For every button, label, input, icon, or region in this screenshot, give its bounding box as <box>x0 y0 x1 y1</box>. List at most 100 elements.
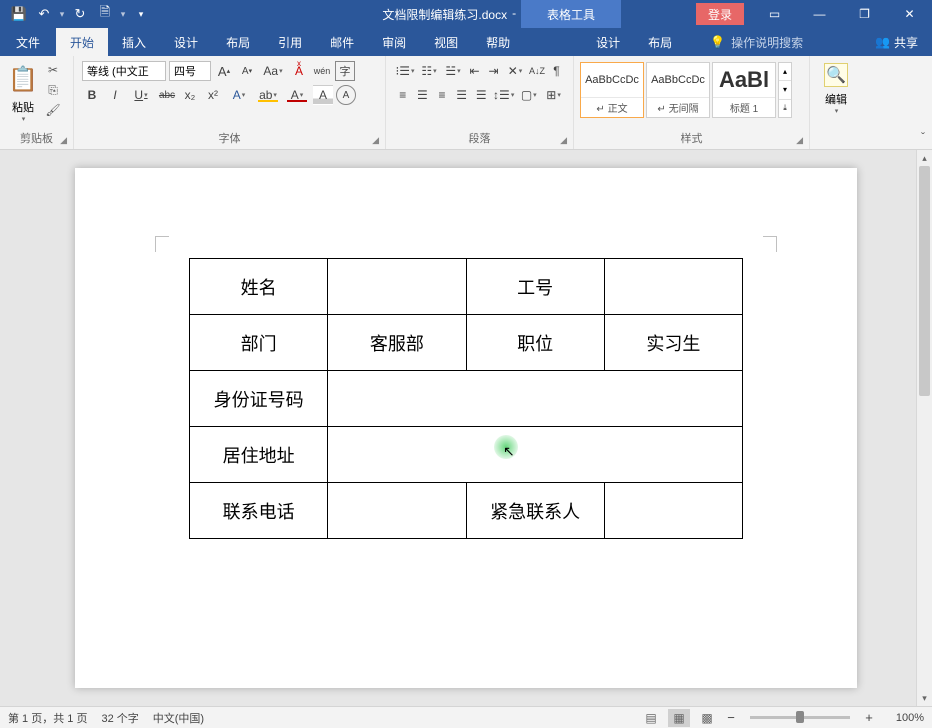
status-language[interactable]: 中文(中国) <box>153 710 204 726</box>
tab-help[interactable]: 帮助 <box>472 28 524 56</box>
bullets-button[interactable]: ⁝☰▾ <box>394 61 416 81</box>
tab-layout[interactable]: 布局 <box>212 28 264 56</box>
cell-name-label[interactable]: 姓名 <box>190 259 328 315</box>
char-border-button[interactable]: 字 <box>335 61 355 81</box>
phonetic-guide-button[interactable]: wén <box>312 61 332 81</box>
login-button[interactable]: 登录 <box>696 3 744 25</box>
paste-button[interactable]: 📋 粘贴 ▾ <box>6 59 40 129</box>
styles-expand-button[interactable]: ⤓ <box>779 100 791 117</box>
table-row[interactable]: 居住地址 <box>190 427 743 483</box>
char-shading-button[interactable]: A <box>313 85 333 105</box>
zoom-in-button[interactable]: + <box>862 710 876 725</box>
redo-button[interactable]: ↻ <box>69 3 91 25</box>
distribute-button[interactable]: ☰ <box>472 85 490 105</box>
copy-button[interactable]: ⎘ <box>44 81 62 99</box>
cell-address-label[interactable]: 居住地址 <box>190 427 328 483</box>
tell-me-search[interactable]: 💡 操作说明搜索 <box>698 28 815 56</box>
show-marks-button[interactable]: ¶ <box>548 61 565 81</box>
cell-position-value[interactable]: 实习生 <box>604 315 742 371</box>
cell-emergency-value[interactable] <box>604 483 742 539</box>
qat-customize[interactable]: ▾ <box>130 3 152 25</box>
increase-indent-button[interactable]: ⇥ <box>485 61 502 81</box>
restore-button[interactable]: ❐ <box>842 0 887 28</box>
tab-file[interactable]: 文件 <box>0 28 56 56</box>
view-read-button[interactable]: ▤ <box>640 709 662 727</box>
share-button[interactable]: 👥 共享 <box>875 28 918 56</box>
tab-references[interactable]: 引用 <box>264 28 316 56</box>
scroll-thumb[interactable] <box>919 166 930 396</box>
zoom-slider[interactable] <box>750 716 850 719</box>
table-row[interactable]: 身份证号码 <box>190 371 743 427</box>
cell-dept-label[interactable]: 部门 <box>190 315 328 371</box>
multilevel-button[interactable]: ☱▾ <box>442 61 464 81</box>
save-button[interactable]: 💾 <box>8 3 30 25</box>
tab-design[interactable]: 设计 <box>160 28 212 56</box>
cell-id-value[interactable] <box>328 371 743 427</box>
asian-layout-button[interactable]: ✕▾ <box>504 61 526 81</box>
text-effects-button[interactable]: A▾ <box>226 85 252 105</box>
align-left-button[interactable]: ≡ <box>394 85 412 105</box>
close-button[interactable]: ✕ <box>887 0 932 28</box>
table-row[interactable]: 姓名 工号 <box>190 259 743 315</box>
cell-empno-value[interactable] <box>604 259 742 315</box>
undo-button[interactable]: ↶ <box>33 3 55 25</box>
clear-formatting-button[interactable]: Aͯ <box>289 61 309 81</box>
superscript-button[interactable]: x² <box>203 85 223 105</box>
styles-down-button[interactable]: ▾ <box>779 81 791 99</box>
shading-button[interactable]: ▢▾ <box>517 85 540 105</box>
zoom-thumb[interactable] <box>796 711 804 723</box>
decrease-indent-button[interactable]: ⇤ <box>466 61 483 81</box>
font-launcher[interactable]: ◢ <box>372 135 379 146</box>
view-print-button[interactable]: ▦ <box>668 709 690 727</box>
print-preview-button[interactable]: 🗎 <box>94 3 116 25</box>
cell-position-label[interactable]: 职位 <box>466 315 604 371</box>
cell-address-value[interactable] <box>328 427 743 483</box>
highlight-button[interactable]: ab▾ <box>255 85 281 105</box>
cell-phone-label[interactable]: 联系电话 <box>190 483 328 539</box>
styles-up-button[interactable]: ▴ <box>779 63 791 81</box>
enclose-char-button[interactable]: A <box>336 85 356 105</box>
preview-dropdown[interactable]: ▾ <box>120 9 126 20</box>
view-web-button[interactable]: ▩ <box>696 709 718 727</box>
zoom-out-button[interactable]: − <box>724 710 738 725</box>
shrink-font-button[interactable]: A▾ <box>237 61 257 81</box>
underline-button[interactable]: U▾ <box>128 85 154 105</box>
table-row[interactable]: 联系电话 紧急联系人 <box>190 483 743 539</box>
styles-launcher[interactable]: ◢ <box>796 135 803 146</box>
tab-view[interactable]: 视图 <box>420 28 472 56</box>
bold-button[interactable]: B <box>82 85 102 105</box>
find-button[interactable]: 🔍 编辑 ▾ <box>816 59 856 115</box>
line-spacing-button[interactable]: ↕☰▾ <box>492 85 515 105</box>
page[interactable]: 姓名 工号 部门 客服部 职位 实习生 身份证号码 居住地址 联系电话 <box>75 168 857 688</box>
paragraph-launcher[interactable]: ◢ <box>560 135 567 146</box>
collapse-ribbon-button[interactable]: ˇ <box>917 128 929 146</box>
document-table[interactable]: 姓名 工号 部门 客服部 职位 实习生 身份证号码 居住地址 联系电话 <box>189 258 743 539</box>
format-painter-button[interactable]: 🖌 <box>44 101 62 119</box>
undo-dropdown[interactable]: ▾ <box>59 9 65 20</box>
cell-empno-label[interactable]: 工号 <box>466 259 604 315</box>
vertical-scrollbar[interactable]: ▴ ▾ <box>916 150 932 706</box>
align-center-button[interactable]: ☰ <box>414 85 432 105</box>
minimize-button[interactable]: — <box>797 0 842 28</box>
align-right-button[interactable]: ≡ <box>433 85 451 105</box>
numbering-button[interactable]: ☷▾ <box>418 61 440 81</box>
change-case-button[interactable]: Aa▾ <box>260 61 286 81</box>
grow-font-button[interactable]: A▴ <box>214 61 234 81</box>
tab-insert[interactable]: 插入 <box>108 28 160 56</box>
scroll-down-button[interactable]: ▾ <box>917 690 932 706</box>
cell-phone-value[interactable] <box>328 483 466 539</box>
subscript-button[interactable]: x₂ <box>180 85 200 105</box>
tab-mailings[interactable]: 邮件 <box>316 28 368 56</box>
cut-button[interactable]: ✂ <box>44 61 62 79</box>
italic-button[interactable]: I <box>105 85 125 105</box>
cell-name-value[interactable] <box>328 259 466 315</box>
table-row[interactable]: 部门 客服部 职位 实习生 <box>190 315 743 371</box>
style-heading1[interactable]: AaBl 标题 1 <box>712 62 776 118</box>
font-name-combo[interactable]: 等线 (中文正 <box>82 61 166 81</box>
justify-button[interactable]: ☰ <box>453 85 471 105</box>
status-wordcount[interactable]: 32 个字 <box>101 710 138 726</box>
style-no-spacing[interactable]: AaBbCcDc ↵ 无间隔 <box>646 62 710 118</box>
font-size-combo[interactable]: 四号 <box>169 61 211 81</box>
clipboard-launcher[interactable]: ◢ <box>60 135 67 146</box>
style-normal[interactable]: AaBbCcDc ↵ 正文 <box>580 62 644 118</box>
